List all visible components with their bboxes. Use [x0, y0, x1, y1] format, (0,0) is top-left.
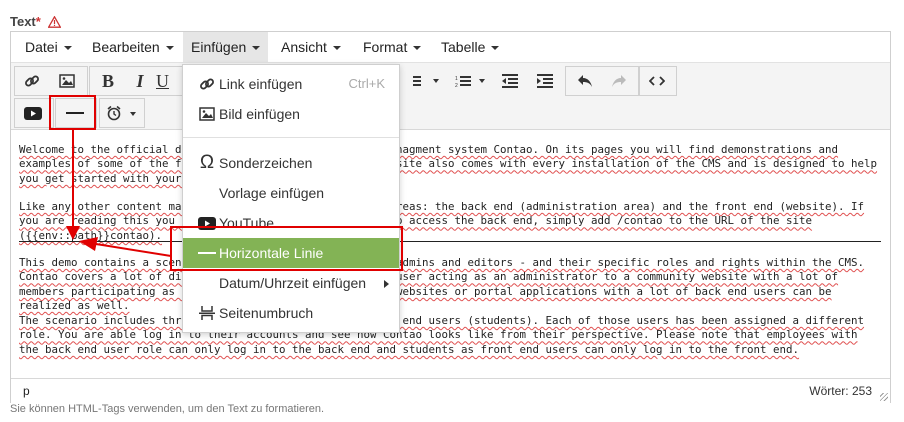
chevron-right-icon: [384, 280, 389, 288]
paragraph-3[interactable]: This demo contains a scenario with diffe…: [19, 256, 881, 314]
menuitem-template[interactable]: Vorlage einfügen: [183, 178, 399, 208]
statusbar: p Wörter: 253: [11, 378, 890, 403]
menu-datei[interactable]: Datei: [17, 32, 80, 62]
menu-ansicht-label: Ansicht: [281, 39, 327, 55]
chevron-down-icon: [63, 46, 72, 50]
chevron-down-icon: [332, 46, 341, 50]
alarm-clock-icon[interactable]: [101, 99, 143, 127]
bold-button[interactable]: B: [93, 67, 123, 95]
chevron-down-icon: [165, 46, 174, 50]
toolbar: B I U 12: [11, 63, 890, 130]
horizontal-line-button[interactable]: [60, 99, 90, 127]
menuitem-horizontal-line-label: Horizontale Linie: [219, 245, 324, 261]
menu-einfuegen-label: Einfügen: [191, 39, 247, 55]
omega-icon: Ω: [199, 152, 215, 173]
menu-tabelle[interactable]: Tabelle: [433, 32, 507, 62]
help-text: Sie können HTML-Tags verwenden, um den T…: [10, 403, 325, 415]
menu-ansicht[interactable]: Ansicht: [273, 32, 349, 62]
numbered-list-button[interactable]: 12: [451, 67, 489, 95]
menuitem-link-label: Link einfügen: [219, 76, 303, 92]
menu-separator: [183, 137, 399, 138]
menuitem-image-label: Bild einfügen: [219, 106, 300, 122]
redo-icon[interactable]: [604, 67, 634, 95]
menu-bearbeiten[interactable]: Bearbeiten: [84, 32, 182, 62]
menu-einfuegen[interactable]: Einfügen: [183, 32, 269, 62]
menu-tabelle-label: Tabelle: [441, 39, 486, 55]
paragraph-1[interactable]: Welcome to the official demo website of …: [19, 143, 881, 186]
menuitem-datetime-label: Datum/Uhrzeit einfügen: [219, 275, 367, 291]
menuitem-special-chars-label: Sonderzeichen: [219, 155, 313, 171]
undo-icon[interactable]: [570, 67, 600, 95]
outdent-icon[interactable]: [495, 67, 525, 95]
element-path[interactable]: p: [23, 379, 30, 403]
menuitem-horizontal-line[interactable]: Horizontale Linie: [183, 238, 399, 268]
menu-format[interactable]: Format: [355, 32, 429, 62]
menuitem-special-chars[interactable]: Ω Sonderzeichen: [183, 148, 399, 178]
rich-text-editor: Datei Bearbeiten Einfügen Ansicht Format…: [10, 31, 891, 403]
link-icon: [197, 69, 217, 99]
chevron-down-icon: [491, 46, 500, 50]
youtube-icon: [197, 208, 217, 238]
editor-content[interactable]: Welcome to the official demo website of …: [11, 130, 890, 378]
menubar: Datei Bearbeiten Einfügen Ansicht Format…: [11, 32, 890, 63]
svg-text:1: 1: [455, 76, 458, 82]
link-icon[interactable]: [17, 67, 47, 95]
menuitem-link[interactable]: Link einfügen Ctrl+K: [183, 69, 399, 99]
italic-button[interactable]: I: [125, 67, 155, 95]
bullet-list-button[interactable]: [409, 67, 443, 95]
menuitem-page-break-label: Seitenumbruch: [219, 305, 314, 321]
word-count: Wörter: 253: [809, 384, 872, 398]
required-marker: *: [35, 14, 41, 29]
page-break-icon: [197, 298, 217, 328]
menuitem-link-shortcut: Ctrl+K: [348, 76, 385, 91]
code-icon[interactable]: [642, 67, 672, 95]
menuitem-datetime[interactable]: Datum/Uhrzeit einfügen: [183, 268, 399, 298]
horizontal-line-icon: [197, 238, 217, 268]
insert-menu-dropdown: Link einfügen Ctrl+K Bild einfügen Ω Son…: [182, 64, 400, 333]
resize-handle[interactable]: [880, 393, 888, 401]
svg-text:2: 2: [455, 83, 458, 88]
menu-format-label: Format: [363, 39, 408, 55]
menuitem-image[interactable]: Bild einfügen: [183, 99, 399, 129]
menu-bearbeiten-label: Bearbeiten: [92, 39, 160, 55]
menuitem-youtube[interactable]: YouTube: [183, 208, 399, 238]
field-label: Text*: [10, 14, 62, 31]
indent-icon[interactable]: [530, 67, 560, 95]
menuitem-page-break[interactable]: Seitenumbruch: [183, 298, 399, 328]
image-icon: [197, 99, 217, 129]
image-icon[interactable]: [52, 67, 82, 95]
chevron-down-icon: [252, 46, 261, 50]
horizontal-rule: [19, 241, 881, 242]
field-label-text: Text: [10, 14, 36, 29]
menuitem-template-label: Vorlage einfügen: [219, 185, 325, 201]
chevron-down-icon: [413, 46, 422, 50]
underline-button[interactable]: U: [156, 67, 180, 95]
youtube-icon[interactable]: [18, 99, 48, 127]
menu-datei-label: Datei: [25, 39, 58, 55]
paragraph-4[interactable]: The scenario includes three back end use…: [19, 314, 881, 357]
warning-icon: [47, 15, 62, 31]
paragraph-2[interactable]: Like any other content management system…: [19, 200, 881, 243]
menuitem-youtube-label: YouTube: [219, 215, 275, 231]
